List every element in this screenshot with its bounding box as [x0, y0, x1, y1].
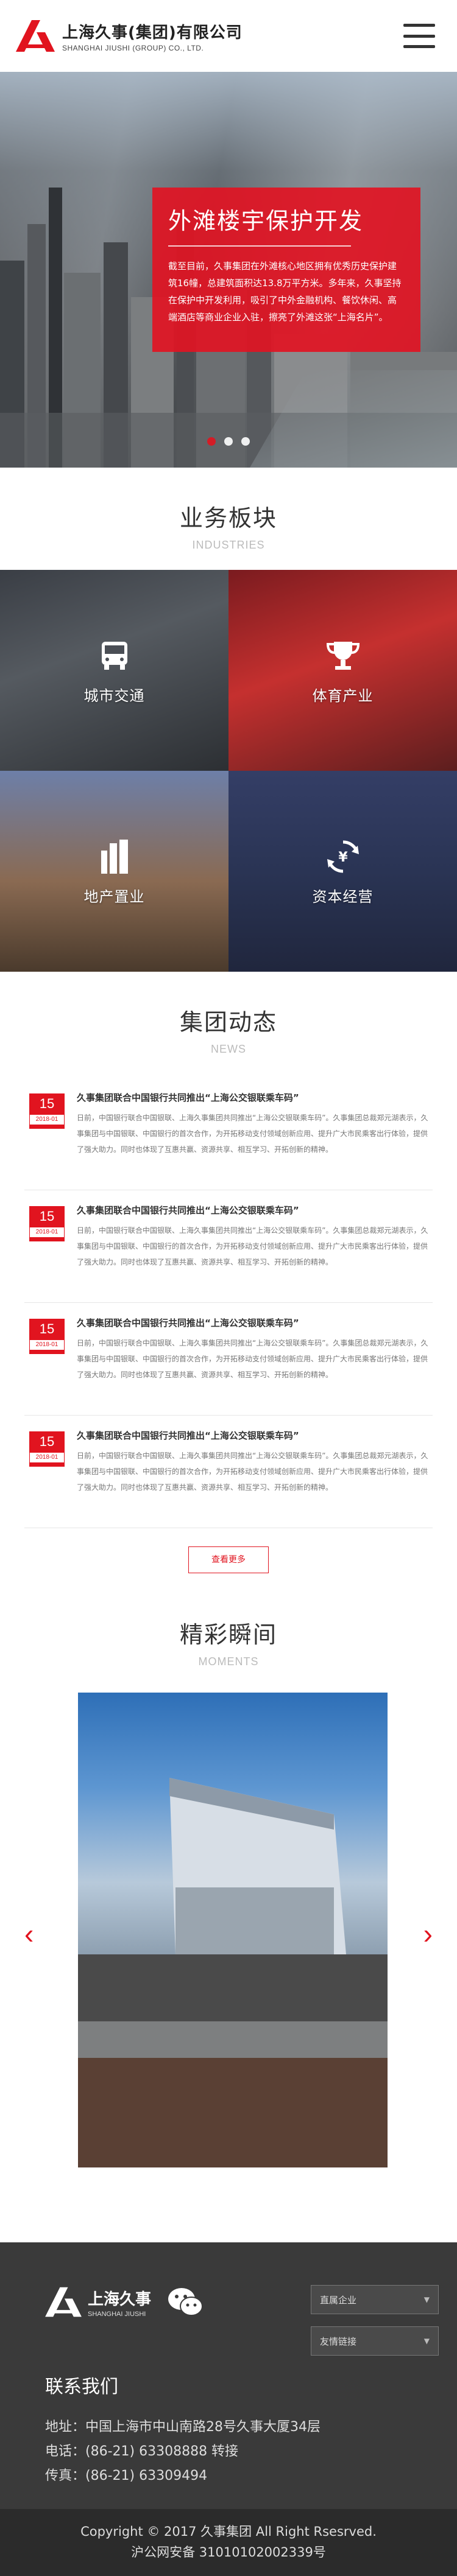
carousel-prev-icon[interactable]: ‹ — [24, 1917, 34, 1950]
news-date-badge: 15 2018-01 — [29, 1431, 65, 1467]
news-item[interactable]: 15 2018-01 久事集团联合中国银行共同推出“上海公交银联乘车码” 日前，… — [24, 1416, 433, 1528]
business-label: 地产置业 — [83, 888, 145, 905]
news-date-badge: 15 2018-01 — [29, 1206, 65, 1241]
carousel-dot[interactable] — [241, 437, 250, 446]
race-track-image — [78, 1778, 388, 2167]
business-tile-sports[interactable]: 体育产业 — [228, 570, 457, 771]
logo-text-en: SHANGHAI JIUSHI (GROUP) CO., LTD. — [62, 43, 204, 52]
moments-subtitle: MOMENTS — [198, 1655, 259, 1668]
news-date-badge: 15 2018-01 — [29, 1093, 65, 1129]
footer-logo-cn: 上海久事 — [88, 2290, 152, 2309]
news-list: 15 2018-01 久事集团联合中国银行共同推出“上海公交银联乘车码” 日前，… — [24, 1078, 433, 1528]
site-footer: 上海久事 SHANGHAI JIUSHI 直属企业 ▼ 友情链接 ▼ 联系我们 — [0, 2242, 457, 2576]
moments-title: 精彩瞬间 — [179, 1621, 277, 1648]
business-grid: 城市交通 体育产业 地产置业 ¥ 资本经营 — [0, 570, 457, 972]
trophy-icon — [324, 636, 363, 675]
logo-text-cn: 上海久事(集团)有限公司 — [62, 23, 243, 42]
subsidiaries-select-value: 直属企业 — [320, 2294, 357, 2306]
hero-text: 截至目前，久事集团在外滩核心地区拥有优秀历史保护建筑16幢，总建筑面积达13.8… — [168, 261, 402, 323]
contact-fax: 传真：(86-21) 63309494 — [45, 2468, 208, 2483]
business-label: 城市交通 — [83, 687, 145, 704]
svg-text:¥: ¥ — [338, 850, 348, 865]
menu-icon[interactable] — [403, 24, 435, 48]
hero-divider — [168, 245, 351, 247]
chevron-down-icon: ▼ — [423, 2337, 430, 2345]
news-headline[interactable]: 久事集团联合中国银行共同推出“上海公交银联乘车码” — [77, 1204, 433, 1216]
carousel-dot[interactable] — [207, 437, 216, 446]
news-month: 2018-01 — [29, 1114, 65, 1125]
news-day: 15 — [39, 1209, 55, 1224]
business-tile-realestate[interactable]: 地产置业 — [0, 771, 228, 972]
contact-address: 地址：中国上海市中山南路28号久事大厦34层 — [45, 2420, 321, 2435]
company-logo[interactable]: 上海久事(集团)有限公司 SHANGHAI JIUSHI (GROUP) CO.… — [16, 18, 243, 54]
news-headline[interactable]: 久事集团联合中国银行共同推出“上海公交银联乘车码” — [77, 1091, 433, 1104]
business-label: 体育产业 — [312, 687, 374, 704]
icp-text[interactable]: 沪公网安备 31010102002339号 — [0, 2542, 457, 2563]
news-item[interactable]: 15 2018-01 久事集团联合中国银行共同推出“上海公交银联乘车码” 日前，… — [24, 1078, 433, 1190]
business-section: 业务板块 INDUSTRIES 城市交通 体育产业 地产置业 ¥ 资本经营 — [0, 468, 457, 972]
news-headline[interactable]: 久事集团联合中国银行共同推出“上海公交银联乘车码” — [77, 1316, 433, 1329]
hero-banner[interactable]: 外滩楼宇保护开发 截至目前，久事集团在外滩核心地区拥有优秀历史保护建筑16幢，总… — [0, 72, 457, 468]
copyright-bar: Copyright © 2017 久事集团 All Right Rsesrved… — [0, 2509, 457, 2576]
carousel-next-icon[interactable]: › — [423, 1917, 433, 1950]
jiushi-logo-icon — [45, 2287, 82, 2317]
section-heading: 业务板块 INDUSTRIES — [0, 499, 457, 552]
business-subtitle: INDUSTRIES — [192, 539, 265, 551]
news-subtitle: NEWS — [211, 1043, 246, 1055]
carousel-dots — [0, 437, 457, 446]
news-item[interactable]: 15 2018-01 久事集团联合中国银行共同推出“上海公交银联乘车码” 日前，… — [24, 1303, 433, 1416]
building-icon — [95, 837, 134, 876]
subsidiaries-select[interactable]: 直属企业 ▼ — [311, 2285, 439, 2314]
news-title: 集团动态 — [179, 1009, 277, 1036]
business-title: 业务板块 — [179, 505, 277, 532]
moment-photo[interactable] — [78, 1693, 388, 2167]
chevron-down-icon: ▼ — [423, 2295, 430, 2304]
view-more-button[interactable]: 查看更多 — [188, 1546, 269, 1573]
news-item[interactable]: 15 2018-01 久事集团联合中国银行共同推出“上海公交银联乘车码” 日前，… — [24, 1190, 433, 1303]
links-select[interactable]: 友情链接 ▼ — [311, 2326, 439, 2356]
news-headline[interactable]: 久事集团联合中国银行共同推出“上海公交银联乘车码” — [77, 1429, 433, 1442]
news-day: 15 — [39, 1321, 55, 1336]
section-heading: 集团动态 NEWS — [0, 1003, 457, 1056]
business-tile-transport[interactable]: 城市交通 — [0, 570, 228, 771]
news-month: 2018-01 — [29, 1339, 65, 1350]
money-cycle-icon: ¥ — [324, 837, 363, 876]
bus-icon — [95, 636, 134, 675]
links-select-value: 友情链接 — [320, 2336, 357, 2347]
contact-phone[interactable]: 电话：(86-21) 63308888 转接 — [45, 2440, 457, 2464]
news-section: 集团动态 NEWS 15 2018-01 久事集团联合中国银行共同推出“上海公交… — [0, 972, 457, 1573]
business-label: 资本经营 — [312, 888, 374, 905]
jiushi-logo-icon — [16, 20, 55, 52]
business-tile-capital[interactable]: ¥ 资本经营 — [228, 771, 457, 972]
wechat-icon[interactable] — [167, 2286, 204, 2318]
hero-title: 外滩楼宇保护开发 — [168, 208, 364, 234]
site-header: 上海久事(集团)有限公司 SHANGHAI JIUSHI (GROUP) CO.… — [0, 0, 457, 72]
news-day: 15 — [39, 1096, 55, 1111]
news-day: 15 — [39, 1434, 55, 1449]
contact-block: 联系我们 地址：中国上海市中山南路28号久事大厦34层 电话：(86-21) 6… — [0, 2356, 457, 2488]
hero-caption-card: 外滩楼宇保护开发 截至目前，久事集团在外滩核心地区拥有优秀历史保护建筑16幢，总… — [152, 188, 420, 352]
news-date-badge: 15 2018-01 — [29, 1319, 65, 1354]
news-summary: 日前，中国银行联合中国银联、上海久事集团共同推出“上海公交银联乘车码”。久事集团… — [77, 1451, 428, 1492]
carousel-dot[interactable] — [224, 437, 233, 446]
section-heading: 精彩瞬间 MOMENTS — [0, 1616, 457, 1668]
news-month: 2018-01 — [29, 1452, 65, 1463]
moments-section: 精彩瞬间 MOMENTS ‹ › — [0, 1573, 457, 2262]
news-summary: 日前，中国银行联合中国银联、上海久事集团共同推出“上海公交银联乘车码”。久事集团… — [77, 1339, 428, 1379]
news-month: 2018-01 — [29, 1227, 65, 1238]
news-summary: 日前，中国银行联合中国银联、上海久事集团共同推出“上海公交银联乘车码”。久事集团… — [77, 1114, 428, 1154]
news-summary: 日前，中国银行联合中国银联、上海久事集团共同推出“上海公交银联乘车码”。久事集团… — [77, 1226, 428, 1266]
footer-logo-en: SHANGHAI JIUSHI — [88, 2310, 146, 2318]
contact-title: 联系我们 — [45, 2376, 118, 2398]
copyright-text: Copyright © 2017 久事集团 All Right Rsesrved… — [80, 2524, 377, 2539]
footer-logo[interactable]: 上海久事 SHANGHAI JIUSHI — [45, 2285, 151, 2319]
